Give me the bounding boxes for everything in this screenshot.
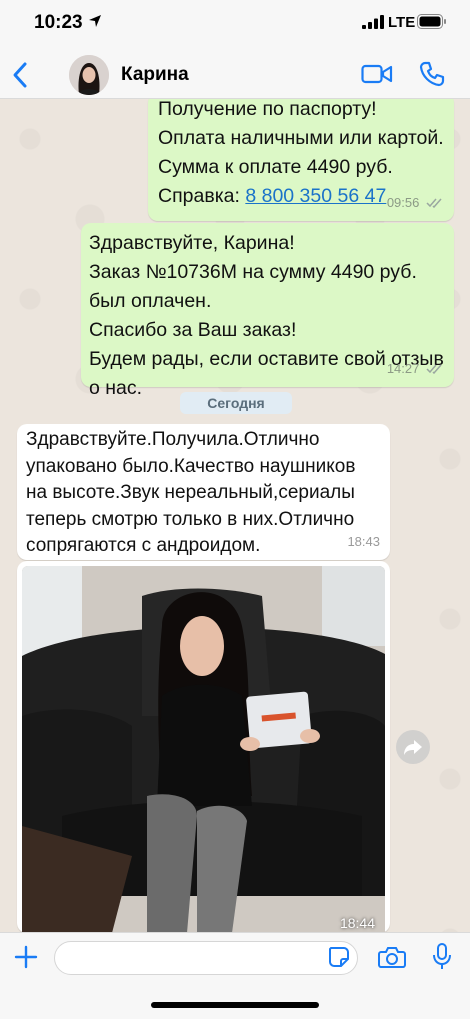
forward-button[interactable] [396, 730, 430, 764]
camera-icon[interactable] [378, 945, 406, 969]
message-line: Получение по паспорту! [158, 99, 377, 120]
message-line: Оплата наличными или картой. [158, 127, 444, 149]
incoming-photo-message[interactable]: 18:44 [17, 561, 390, 932]
message-meta: 09:56 [387, 188, 444, 217]
message-line: был оплачен. [89, 290, 212, 312]
sticker-icon[interactable] [327, 945, 351, 969]
message-time: 18:44 [339, 915, 375, 931]
phone-link[interactable]: 8 800 350 56 47 [245, 185, 386, 207]
message-line: Спасибо за Ваш заказ! [89, 319, 297, 341]
back-chevron-icon[interactable] [10, 60, 32, 90]
microphone-icon[interactable] [432, 942, 452, 972]
forward-icon [404, 740, 422, 755]
avatar-image [69, 55, 109, 95]
incoming-message[interactable]: Здравствуйте.Получила.Отлично упаковано … [17, 424, 390, 560]
photo-image[interactable]: 18:44 [22, 566, 385, 932]
status-bar: 10:23 LTE [0, 0, 470, 50]
message-input[interactable] [54, 941, 358, 975]
video-call-icon[interactable] [361, 63, 393, 85]
outgoing-message[interactable]: Здравствуйте, Карина! Заказ №10736М на с… [81, 223, 454, 399]
outgoing-message[interactable]: Получение по паспорту! Оплата наличными … [148, 99, 454, 221]
chat-header: Карина [0, 50, 470, 99]
battery-icon [417, 14, 446, 29]
message-line: Здравствуйте, Карина! [89, 232, 295, 254]
status-time: 10:23 [34, 12, 83, 33]
contact-name[interactable]: Карина [121, 64, 189, 86]
double-check-icon [426, 198, 442, 208]
message-meta: 14:27 [387, 354, 444, 383]
signal-icon [362, 15, 384, 29]
home-indicator[interactable] [151, 1002, 319, 1008]
message-line: на высоте.Звук нереальный,сериалы [26, 482, 355, 503]
message-time: 14:27 [386, 361, 420, 376]
message-time: 09:56 [386, 195, 420, 210]
network-type: LTE [388, 14, 416, 31]
message-line: Заказ №10736М на сумму 4490 руб. [89, 261, 417, 283]
message-input-bar [0, 932, 470, 1019]
chat-area[interactable]: Получение по паспорту! Оплата наличными … [0, 99, 470, 932]
double-check-icon [426, 364, 442, 374]
message-time: 18:43 [347, 534, 380, 549]
message-line: Сумма к оплате 4490 руб. [158, 156, 393, 178]
day-separator: Сегодня [180, 392, 292, 414]
message-line: сопрягаются с андроидом. [26, 535, 261, 556]
message-line: упаковано было.Качество наушников [26, 455, 356, 477]
phone-call-icon[interactable] [418, 60, 446, 88]
plus-icon[interactable] [13, 944, 39, 970]
message-line: теперь смотрю только в них.Отлично [26, 508, 355, 530]
reference-label: Справка: [158, 185, 246, 207]
message-line: Здравствуйте.Получила.Отлично [26, 429, 320, 450]
location-arrow-icon [89, 15, 101, 27]
photo-illustration [22, 566, 385, 932]
contact-avatar[interactable] [69, 55, 109, 95]
